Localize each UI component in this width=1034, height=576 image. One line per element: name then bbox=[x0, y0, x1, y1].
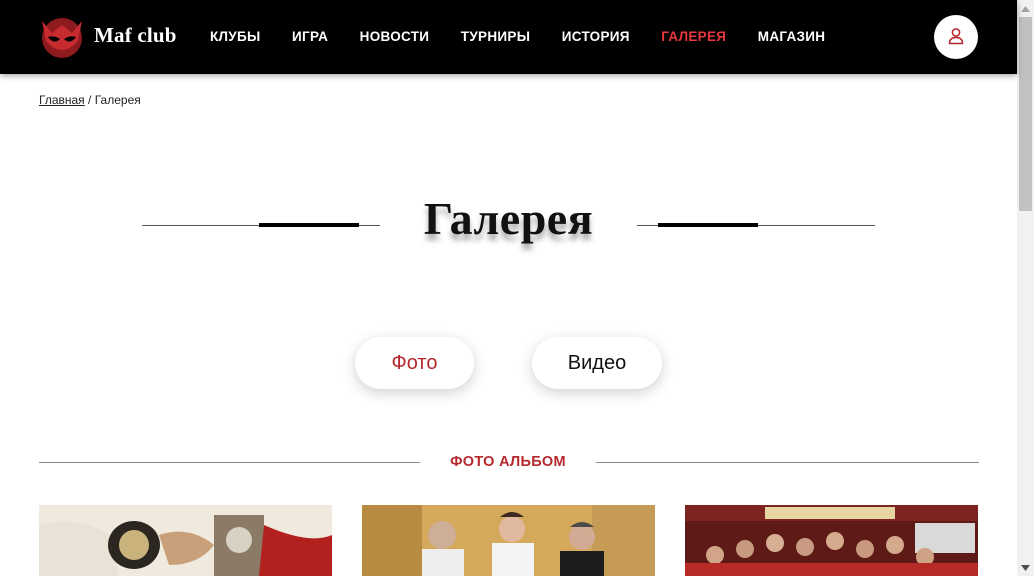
album-thumbnail[interactable] bbox=[39, 505, 332, 576]
page-title: Галерея bbox=[423, 193, 594, 244]
account-button[interactable] bbox=[934, 15, 978, 59]
album-thumbnail[interactable] bbox=[685, 505, 978, 576]
section-divider-right bbox=[596, 462, 979, 463]
nav-item-clubs[interactable]: КЛУБЫ bbox=[210, 29, 261, 44]
breadcrumb-home-link[interactable]: Главная bbox=[39, 93, 85, 107]
breadcrumb-separator: / bbox=[88, 93, 92, 107]
breadcrumb-current: Галерея bbox=[94, 93, 141, 107]
tab-photo[interactable]: Фото bbox=[355, 337, 474, 389]
nav-item-tournaments[interactable]: ТУРНИРЫ bbox=[461, 29, 530, 44]
mask-logo-icon[interactable] bbox=[38, 15, 86, 59]
site-header: Maf club КЛУБЫ ИГРА НОВОСТИ ТУРНИРЫ ИСТО… bbox=[0, 0, 1017, 74]
brand-name[interactable]: Maf club bbox=[94, 23, 177, 48]
main-nav: КЛУБЫ ИГРА НОВОСТИ ТУРНИРЫ ИСТОРИЯ ГАЛЕР… bbox=[210, 29, 857, 44]
title-divider-right-accent bbox=[658, 223, 758, 227]
user-icon bbox=[947, 27, 965, 48]
album-image-hands bbox=[39, 505, 332, 576]
album-image-three-men bbox=[362, 505, 655, 576]
page-scrollbar[interactable] bbox=[1017, 0, 1034, 576]
nav-item-game[interactable]: ИГРА bbox=[292, 29, 328, 44]
nav-item-shop[interactable]: МАГАЗИН bbox=[758, 29, 826, 44]
scroll-up-icon[interactable] bbox=[1017, 0, 1034, 17]
section-divider-left bbox=[39, 462, 420, 463]
album-thumbnail[interactable] bbox=[362, 505, 655, 576]
nav-item-news[interactable]: НОВОСТИ bbox=[360, 29, 430, 44]
section-title: ФОТО АЛЬБОМ bbox=[450, 454, 566, 470]
breadcrumb: Главная / Галерея bbox=[39, 93, 141, 107]
scroll-down-icon[interactable] bbox=[1017, 559, 1034, 576]
tab-video[interactable]: Видео bbox=[532, 337, 662, 389]
nav-item-history[interactable]: ИСТОРИЯ bbox=[562, 29, 630, 44]
page-title-block: Галерея bbox=[0, 180, 1017, 270]
scrollbar-thumb[interactable] bbox=[1019, 17, 1032, 211]
nav-item-gallery[interactable]: ГАЛЕРЕЯ bbox=[661, 29, 726, 44]
album-image-crowd bbox=[685, 505, 978, 576]
